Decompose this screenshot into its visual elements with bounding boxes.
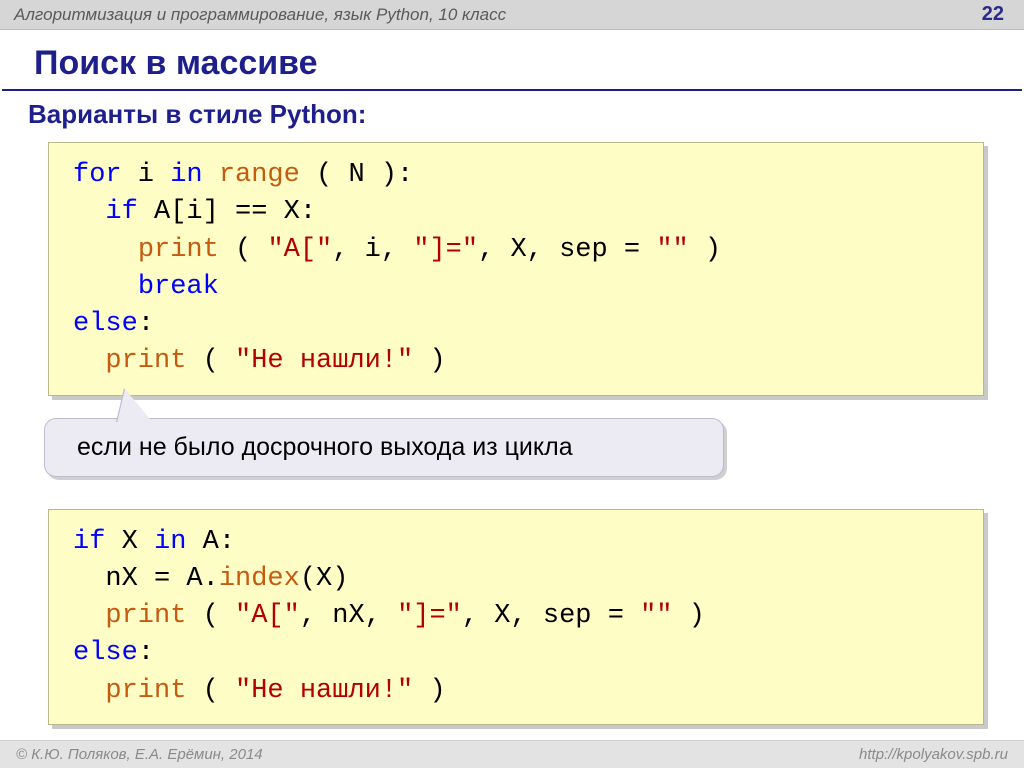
code-token bbox=[73, 601, 105, 631]
code-token: ( bbox=[186, 676, 235, 706]
code-token: "" bbox=[656, 235, 688, 265]
code-token: range bbox=[219, 160, 300, 190]
code-token: print bbox=[138, 235, 219, 265]
slide-subtitle: Варианты в стиле Python: bbox=[0, 91, 1024, 136]
page-number: 22 bbox=[982, 3, 1004, 26]
code-token: "A[" bbox=[267, 235, 332, 265]
code-token: if bbox=[73, 527, 105, 557]
code-token: index bbox=[219, 564, 300, 594]
code-token: ( N ): bbox=[300, 160, 413, 190]
code-token: ) bbox=[413, 676, 445, 706]
code-token: ) bbox=[689, 235, 721, 265]
code-token: ) bbox=[673, 601, 705, 631]
code-token: "" bbox=[640, 601, 672, 631]
code-block-1: for i in range ( N ): if A[i] == X: prin… bbox=[48, 142, 984, 396]
code-token: break bbox=[138, 272, 219, 302]
code-token: "A[" bbox=[235, 601, 300, 631]
slide-title: Поиск в массиве bbox=[2, 30, 1022, 91]
code-token: , i, bbox=[332, 235, 413, 265]
code-token: "]=" bbox=[397, 601, 462, 631]
code-token bbox=[73, 676, 105, 706]
footer-url: http://kpolyakov.spb.ru bbox=[859, 746, 1008, 763]
code-token: print bbox=[105, 346, 186, 376]
code-token: nX = A. bbox=[73, 564, 219, 594]
course-label: Алгоритмизация и программирование, язык … bbox=[14, 5, 506, 25]
code-token: for bbox=[73, 160, 122, 190]
code-token: in bbox=[170, 160, 202, 190]
code-token: else bbox=[73, 309, 138, 339]
code-token: (X) bbox=[300, 564, 349, 594]
code-token: print bbox=[105, 676, 186, 706]
code-token: in bbox=[154, 527, 186, 557]
code-token: , nX, bbox=[300, 601, 397, 631]
code-token: ( bbox=[219, 235, 268, 265]
header-bar: Алгоритмизация и программирование, язык … bbox=[0, 0, 1024, 30]
code-token: "]=" bbox=[413, 235, 478, 265]
code-token: : bbox=[138, 309, 154, 339]
callout-text: если не было досрочного выхода из цикла bbox=[77, 433, 573, 461]
code-token: ( bbox=[186, 346, 235, 376]
code-token: A[i] == X: bbox=[138, 197, 316, 227]
code-token bbox=[203, 160, 219, 190]
code-token bbox=[73, 346, 105, 376]
code-token: ) bbox=[413, 346, 445, 376]
code-token: , X, sep = bbox=[462, 601, 640, 631]
code-token: A: bbox=[186, 527, 235, 557]
code-token bbox=[73, 272, 138, 302]
footer-copyright: © К.Ю. Поляков, Е.А. Ерёмин, 2014 bbox=[16, 746, 263, 763]
code-token: : bbox=[138, 638, 154, 668]
code-token: else bbox=[73, 638, 138, 668]
code-token: ( bbox=[186, 601, 235, 631]
code-token bbox=[73, 197, 105, 227]
code-token: "Не нашли!" bbox=[235, 676, 413, 706]
footer-bar: © К.Ю. Поляков, Е.А. Ерёмин, 2014 http:/… bbox=[0, 740, 1024, 768]
code-token: X bbox=[105, 527, 154, 557]
code-token: if bbox=[105, 197, 137, 227]
code-token: i bbox=[122, 160, 171, 190]
code-token bbox=[73, 235, 138, 265]
callout-note: если не было досрочного выхода из цикла bbox=[44, 418, 724, 477]
code-token: "Не нашли!" bbox=[235, 346, 413, 376]
code-token: , X, sep = bbox=[478, 235, 656, 265]
code-block-2: if X in A: nX = A.index(X) print ( "A[",… bbox=[48, 509, 984, 725]
code-token: print bbox=[105, 601, 186, 631]
callout-tail-icon bbox=[117, 389, 153, 423]
